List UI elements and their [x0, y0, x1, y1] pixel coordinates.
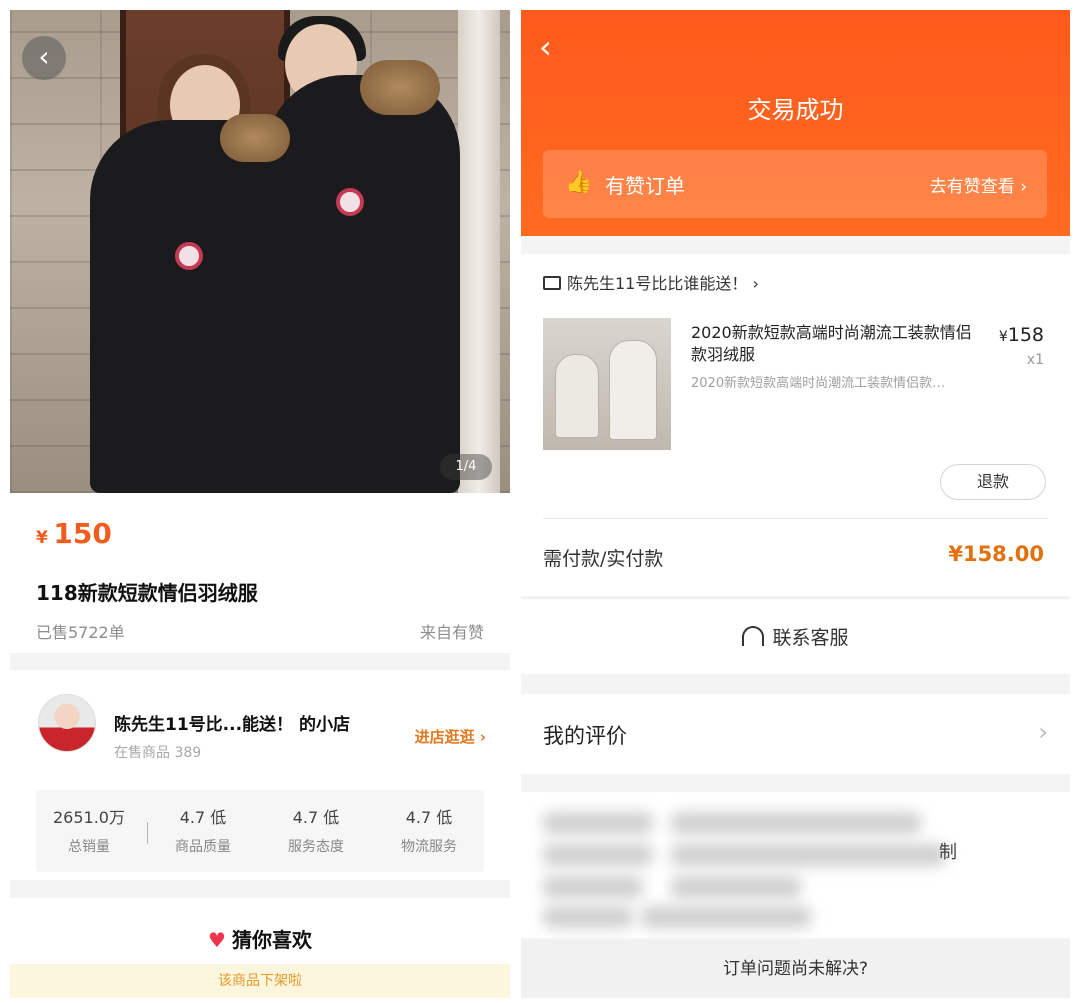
- stat-label: 商品质量: [175, 839, 231, 855]
- blurred-text: [543, 876, 643, 898]
- my-review-label: 我的评价: [543, 724, 627, 748]
- back-arrow-icon[interactable]: ‹: [22, 36, 66, 80]
- store-row[interactable]: 陈先生11号比比谁能送！ ›: [543, 270, 759, 294]
- blurred-text: [671, 876, 801, 898]
- stat-value: 2651.0万: [53, 808, 125, 827]
- enter-shop-link[interactable]: 进店逛逛 ›: [415, 726, 486, 747]
- youzan-view-label: 去有赞查看: [929, 177, 1015, 197]
- product-image[interactable]: [10, 10, 510, 493]
- blurred-text: [543, 812, 653, 834]
- product-thumbnail[interactable]: [543, 318, 671, 450]
- stat-label: 物流服务: [401, 839, 457, 855]
- chevron-right-icon: ›: [752, 274, 759, 293]
- store-name: 陈先生11号比比谁能送！: [567, 274, 748, 293]
- chevron-right-icon: ›: [479, 728, 486, 746]
- stat-label: 服务态度: [288, 839, 344, 855]
- my-review-row[interactable]: 我的评价 ›: [521, 694, 1070, 774]
- chevron-right-icon: ›: [1020, 177, 1027, 197]
- guess-title-text: 猜你喜欢: [231, 928, 312, 952]
- product-detail-screen: ‹ 1/4 ¥ 150 118新款短款情侣羽绒服 已售5722单 来自有赞 陈先…: [10, 10, 510, 998]
- guess-you-like-section: ♥ 猜你喜欢 该商品下架啦: [10, 898, 510, 998]
- stat-value: 4.7 低: [405, 808, 453, 827]
- fur-hood-left: [220, 114, 290, 162]
- shop-goods-count: 在售商品 389: [114, 745, 202, 761]
- product-price: ¥ 150: [36, 517, 112, 550]
- youzan-order-label: 有赞订单: [605, 174, 685, 198]
- stat-product-quality: 4.7 低 商品质量: [158, 804, 248, 856]
- divider: [543, 518, 1048, 519]
- order-detail-screen: ‹ 交易成功 👍 有赞订单 去有赞查看 › 陈先生11号比比谁能送！ › 202…: [521, 10, 1070, 998]
- product-info-card: ¥ 150 118新款短款情侣羽绒服 已售5722单 来自有赞: [10, 493, 510, 653]
- blurred-text: [543, 844, 653, 866]
- order-product-spec: 2020新款短款高端时尚潮流工装款情侣款…: [691, 376, 946, 391]
- refund-button[interactable]: 退款: [940, 464, 1046, 500]
- back-arrow-icon[interactable]: ‹: [539, 28, 552, 66]
- enter-shop-label: 进店逛逛: [414, 728, 475, 746]
- price-value: 150: [53, 517, 112, 550]
- order-status: 交易成功: [747, 96, 844, 124]
- jacket-badge-right: [336, 188, 364, 216]
- chevron-right-icon: ›: [1038, 718, 1048, 746]
- off-shelf-notice: 该商品下架啦: [10, 964, 510, 998]
- heart-icon: ♥: [208, 928, 226, 952]
- contact-service-card: 联系客服: [521, 598, 1070, 674]
- thumbnail-model-right: [609, 340, 657, 440]
- guess-title: ♥ 猜你喜欢: [10, 924, 510, 953]
- image-counter: 1/4: [440, 454, 492, 480]
- stat-value: 4.7 低: [292, 808, 340, 827]
- order-quantity: x1: [1026, 352, 1044, 368]
- stat-divider: [147, 822, 148, 844]
- stat-logistics: 4.7 低 物流服务: [384, 804, 474, 856]
- youzan-order-bar[interactable]: 👍 有赞订单 去有赞查看 ›: [543, 150, 1047, 218]
- payment-label: 需付款/实付款: [543, 548, 664, 570]
- thumbnail-model-left: [555, 354, 599, 438]
- currency-symbol: ¥: [36, 528, 48, 548]
- model-jacket-right: [265, 75, 460, 493]
- blurred-order-info: 制: [521, 792, 1070, 938]
- price-value: 158: [1007, 324, 1044, 346]
- youzan-view-link[interactable]: 去有赞查看 ›: [930, 172, 1027, 197]
- currency-symbol: ¥: [998, 329, 1008, 345]
- blurred-text: [543, 906, 633, 928]
- stat-label: 总销量: [68, 839, 110, 855]
- payment-amount: ¥158.00: [948, 542, 1044, 566]
- order-card: 陈先生11号比比谁能送！ › 2020新款短款高端时尚潮流工装款情侣款羽绒服 2…: [521, 254, 1070, 596]
- blurred-text: [641, 906, 811, 928]
- order-product-title[interactable]: 2020新款短款高端时尚潮流工装款情侣款羽绒服: [691, 322, 981, 366]
- source-label: 来自有赞: [419, 623, 484, 642]
- headset-icon: [742, 626, 765, 646]
- jacket-badge-left: [175, 242, 203, 270]
- stone-pillar: [458, 10, 500, 493]
- shop-avatar[interactable]: [38, 694, 96, 752]
- blurred-tail-text: 制: [939, 842, 957, 863]
- shop-card: 陈先生11号比...能送！ 的小店 在售商品 389 进店逛逛 › 2651.0…: [10, 670, 510, 880]
- contact-service-label: 联系客服: [772, 627, 849, 649]
- blurred-text: [671, 844, 946, 866]
- product-title: 118新款短款情侣羽绒服: [36, 581, 258, 605]
- store-icon: [543, 276, 561, 290]
- thumbs-up-icon: 👍: [565, 170, 593, 195]
- stat-service-attitude: 4.7 低 服务态度: [271, 804, 361, 856]
- stat-value: 4.7 低: [179, 808, 227, 827]
- stat-total-sales: 2651.0万 总销量: [44, 804, 134, 856]
- contact-service-button[interactable]: 联系客服: [521, 623, 1070, 650]
- order-issue-link[interactable]: 订单问题尚未解决?: [521, 940, 1070, 998]
- fur-hood-right: [360, 60, 440, 115]
- shop-stats: 2651.0万 总销量 4.7 低 商品质量 4.7 低 服务态度 4.7 低 …: [36, 790, 484, 872]
- order-product-price: ¥158: [999, 324, 1044, 346]
- blurred-text: [671, 812, 921, 834]
- sold-count: 已售5722单: [36, 623, 125, 642]
- shop-name[interactable]: 陈先生11号比...能送！ 的小店: [114, 710, 350, 735]
- order-status-header: ‹ 交易成功 👍 有赞订单 去有赞查看 ›: [521, 10, 1070, 236]
